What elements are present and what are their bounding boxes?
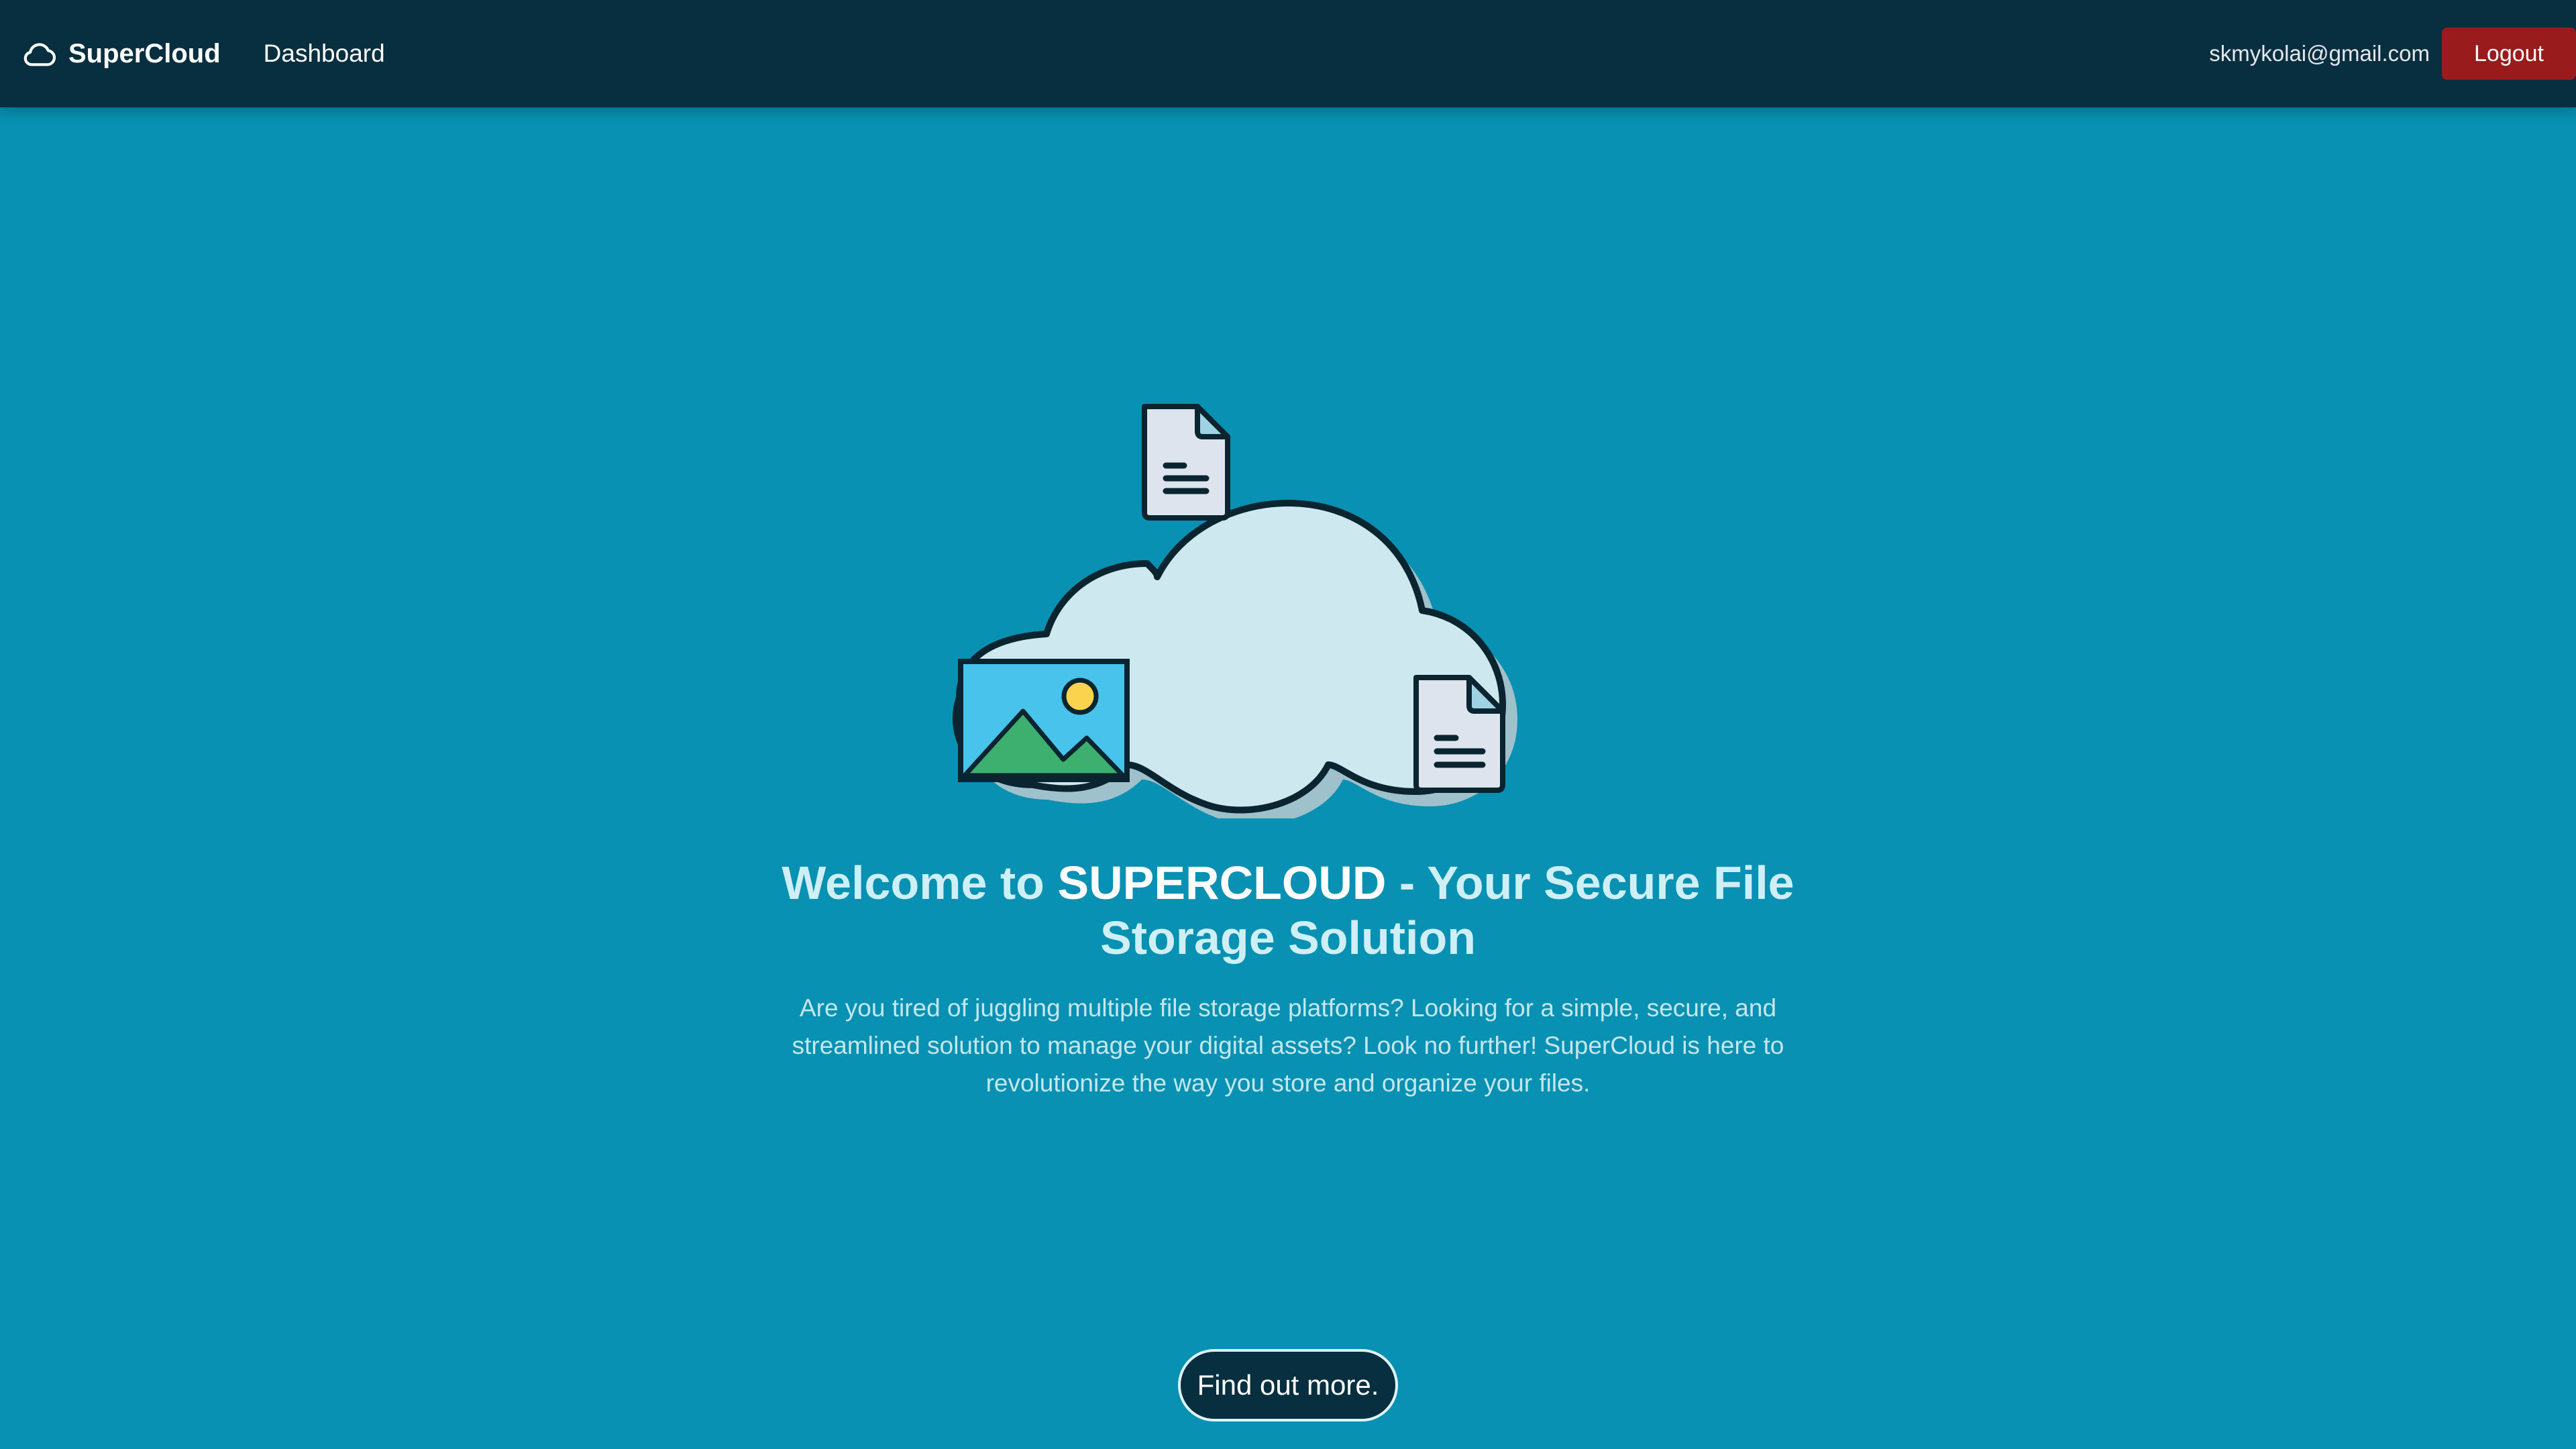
navbar: SuperCloud Dashboard skmykolai@gmail.com… [0, 0, 2576, 107]
hero-title: Welcome to SUPERCLOUD - Your Secure File… [751, 855, 1825, 965]
hero-title-prefix: Welcome to [782, 857, 1058, 909]
hero-description: Are you tired of juggling multiple file … [792, 994, 1784, 1097]
hero-title-brand: SUPERCLOUD [1057, 857, 1387, 909]
brand-link[interactable]: SuperCloud [21, 35, 221, 72]
cloud-illustration [953, 404, 1517, 818]
cloud-icon [21, 35, 59, 72]
brand-name: SuperCloud [68, 38, 221, 68]
nav-user-area: skmykolai@gmail.com Logout [2209, 0, 2576, 107]
document-icon [1142, 404, 1230, 521]
document-icon [1413, 675, 1505, 793]
nav-link-dashboard[interactable]: Dashboard [264, 40, 385, 68]
logout-button[interactable]: Logout [2442, 28, 2576, 80]
image-icon [958, 659, 1130, 782]
find-out-more-button[interactable]: Find out more. [1178, 1349, 1398, 1421]
user-email: skmykolai@gmail.com [2209, 41, 2430, 66]
